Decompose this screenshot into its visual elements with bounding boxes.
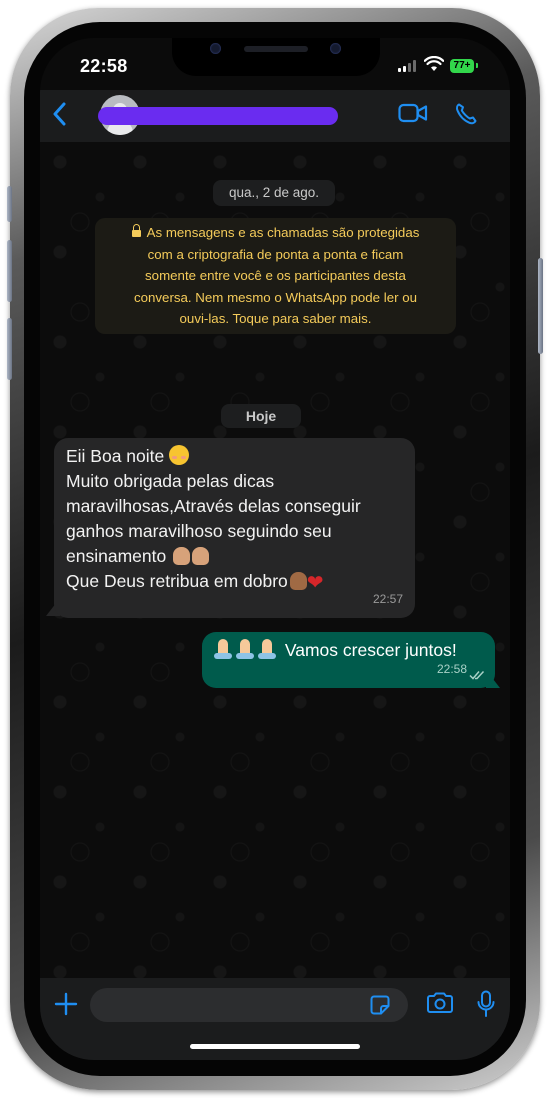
wifi-icon bbox=[424, 56, 444, 71]
outgoing-message[interactable]: Vamos crescer juntos! 22:58 bbox=[202, 632, 495, 688]
message-text: Muito obrigada pelas dicas bbox=[66, 471, 275, 491]
raising-hands-icon bbox=[289, 572, 307, 590]
read-receipt-icon bbox=[469, 670, 485, 680]
battery-level: 77+ bbox=[453, 60, 471, 71]
folded-hands-icon bbox=[214, 639, 232, 659]
message-text: ensinamento bbox=[66, 546, 167, 566]
incoming-message[interactable]: Eii Boa noite Muito obrigada pelas dicas… bbox=[54, 438, 415, 618]
power-button bbox=[538, 258, 543, 354]
clapping-hands-icon bbox=[192, 547, 210, 565]
heart-hands-icon bbox=[173, 547, 191, 565]
encryption-line: As mensagens e as chamadas são protegida… bbox=[146, 225, 420, 240]
battery-tip bbox=[476, 63, 478, 68]
sticker-icon[interactable] bbox=[370, 995, 390, 1015]
red-heart-icon: ❤ bbox=[306, 572, 324, 594]
status-time: 22:58 bbox=[80, 56, 128, 76]
encryption-notice[interactable]: As mensagens e as chamadas são protegida… bbox=[95, 218, 456, 334]
message-time: 22:57 bbox=[372, 592, 403, 606]
message-time: 22:58 bbox=[436, 662, 467, 676]
home-indicator[interactable] bbox=[190, 1044, 360, 1049]
folded-hands-icon bbox=[236, 639, 254, 659]
video-camera-icon[interactable] bbox=[398, 102, 428, 124]
contact-name[interactable] bbox=[98, 107, 338, 125]
screen: 22:58 77+ qua., 2 de ago. As mensagens e… bbox=[40, 38, 510, 1060]
folded-hands-icon bbox=[258, 639, 276, 659]
encryption-line: com a criptografia de ponta a ponta e fi… bbox=[147, 246, 404, 262]
message-text: Eii Boa noite bbox=[66, 446, 165, 466]
message-text: ganhos maravilhoso seguindo seu bbox=[66, 521, 332, 541]
composer-bar bbox=[40, 978, 510, 1060]
message-text: maravilhosas,Através delas conseguir bbox=[66, 496, 361, 516]
phone-icon[interactable] bbox=[454, 102, 478, 126]
volume-down-button bbox=[7, 318, 12, 380]
today-separator: Hoje bbox=[221, 404, 301, 428]
plus-icon[interactable] bbox=[54, 992, 78, 1016]
lock-icon bbox=[131, 224, 141, 237]
message-text: Vamos crescer juntos! bbox=[284, 640, 457, 660]
smiling-face-icon bbox=[169, 445, 190, 465]
encryption-line: ouvi-las. Toque para saber mais. bbox=[179, 311, 372, 326]
message-input[interactable] bbox=[90, 988, 408, 1022]
encryption-line: somente entre você e os participantes de… bbox=[145, 268, 406, 283]
chevron-left-icon[interactable] bbox=[52, 102, 66, 126]
cellular-signal-icon bbox=[398, 60, 418, 72]
message-text: Que Deus retribua em dobro bbox=[66, 571, 288, 591]
chat-header bbox=[40, 90, 510, 142]
battery-icon: 77+ bbox=[450, 59, 474, 73]
date-separator: qua., 2 de ago. bbox=[213, 180, 335, 206]
camera-icon[interactable] bbox=[426, 992, 454, 1014]
chat-area[interactable]: qua., 2 de ago. As mensagens e as chamad… bbox=[40, 142, 510, 978]
status-bar: 22:58 77+ bbox=[40, 38, 510, 90]
mute-switch bbox=[7, 186, 12, 222]
volume-up-button bbox=[7, 240, 12, 302]
encryption-line: conversa. Nem mesmo o WhatsApp pode ler … bbox=[133, 289, 418, 305]
microphone-icon[interactable] bbox=[476, 990, 496, 1018]
